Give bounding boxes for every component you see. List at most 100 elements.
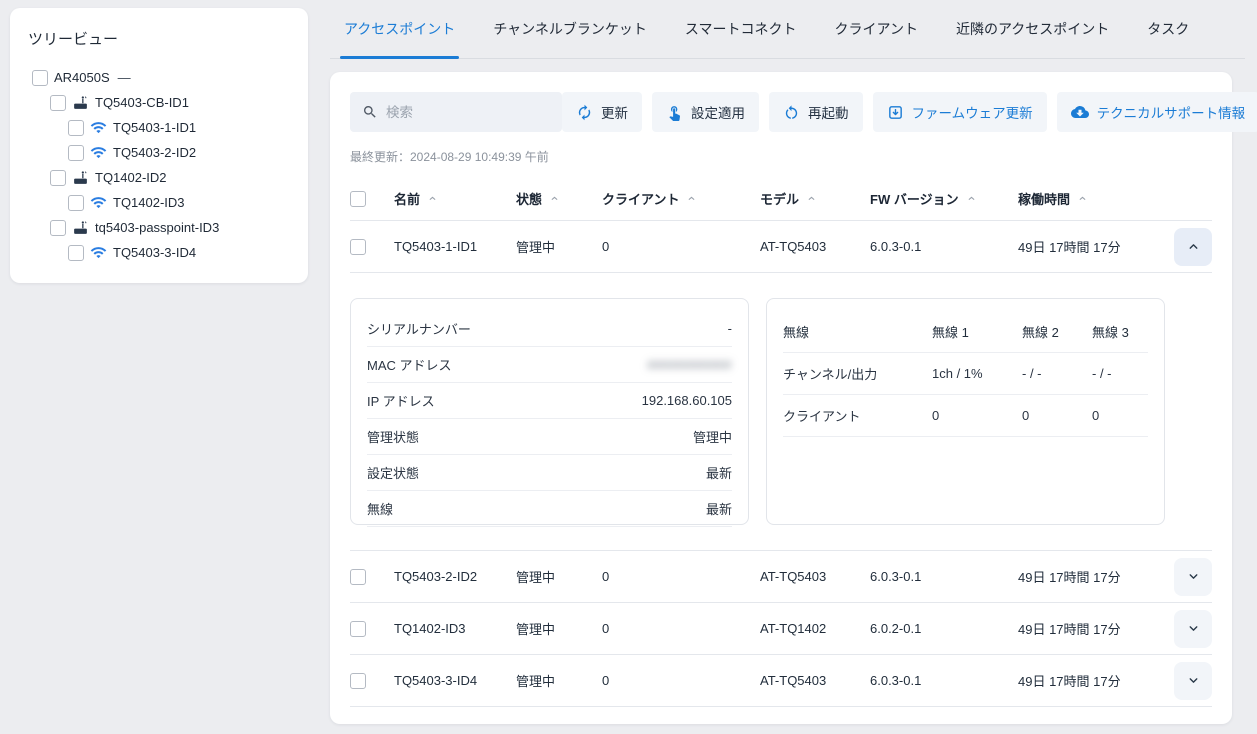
tech-support-info-button-label: テクニカルサポート情報	[1097, 102, 1246, 122]
tree-root-checkbox[interactable]	[32, 70, 48, 86]
tab-clients[interactable]: クライアント	[833, 0, 920, 58]
radio-header-row: 無線 無線 1 無線 2 無線 3	[783, 311, 1148, 353]
tab-neighbor-access-points[interactable]: 近隣のアクセスポイント	[954, 0, 1111, 58]
tree-node-label: TQ1402-ID2	[95, 170, 167, 185]
tree-node-root[interactable]: AR4050S —	[28, 65, 290, 90]
table-row: TQ1402-ID3 管理中 0 AT-TQ1402 6.0.2-0.1 49日…	[350, 603, 1212, 655]
tab-tasks[interactable]: タスク	[1145, 0, 1191, 58]
tree-node-checkbox[interactable]	[68, 145, 84, 161]
info-row-mgmt-status: 管理状態 管理中	[367, 419, 732, 455]
tree-node[interactable]: TQ5403-3-ID4	[28, 240, 290, 265]
column-header-model[interactable]: モデル	[760, 189, 870, 208]
cell-clients: 0	[602, 621, 760, 636]
cell-name: TQ5403-1-ID1	[394, 239, 516, 254]
cell-name: TQ1402-ID3	[394, 621, 516, 636]
table-header-row: 名前 状態 クライアント モデル FW バージョン 稼働時間	[350, 177, 1212, 221]
tree-node[interactable]: TQ5403-2-ID2	[28, 140, 290, 165]
table-row: TQ5403-3-ID4 管理中 0 AT-TQ5403 6.0.3-0.1 4…	[350, 655, 1212, 707]
tree-node-checkbox[interactable]	[50, 220, 66, 236]
tree-node-checkbox[interactable]	[68, 245, 84, 261]
sort-up-icon	[807, 194, 816, 203]
tree-node-checkbox[interactable]	[68, 120, 84, 136]
wifi-icon	[90, 244, 107, 261]
tech-support-info-button[interactable]: テクニカルサポート情報	[1057, 92, 1257, 132]
cell-fw-version: 6.0.2-0.1	[870, 621, 1018, 636]
expand-row-button[interactable]	[1174, 662, 1212, 700]
toolbar: 更新 設定適用 再起動 ファームウェア更新	[350, 92, 1212, 132]
row-checkbox[interactable]	[350, 569, 366, 585]
expand-row-button[interactable]	[1174, 558, 1212, 596]
apply-config-button[interactable]: 設定適用	[652, 92, 759, 132]
cell-name: TQ5403-2-ID2	[394, 569, 516, 584]
tree-view-panel: ツリービュー AR4050S — TQ5403-CB-ID1 TQ5403-1-…	[10, 8, 308, 283]
search-input[interactable]	[386, 105, 563, 120]
tree-node-label: TQ5403-3-ID4	[113, 245, 196, 260]
cell-uptime: 49日 17時間 17分	[1018, 567, 1168, 586]
column-header-uptime[interactable]: 稼働時間	[1018, 189, 1168, 208]
firmware-update-button-label: ファームウェア更新	[912, 102, 1033, 122]
cell-status: 管理中	[516, 237, 602, 256]
tree-node-label: TQ5403-CB-ID1	[95, 95, 189, 110]
access-point-icon	[72, 94, 89, 111]
tree-node[interactable]: TQ1402-ID2	[28, 165, 290, 190]
chevron-down-icon	[1187, 570, 1200, 583]
apply-config-button-label: 設定適用	[691, 102, 745, 122]
access-point-icon	[72, 169, 89, 186]
tree-node[interactable]: tq5403-passpoint-ID3	[28, 215, 290, 240]
select-all-checkbox[interactable]	[350, 191, 366, 207]
cell-clients: 0	[602, 569, 760, 584]
info-row-ip: IP アドレス 192.168.60.105	[367, 383, 732, 419]
last-updated-text: 最終更新：2024-08-29 10:49:39 午前	[350, 148, 1212, 165]
table-row: TQ5403-1-ID1 管理中 0 AT-TQ5403 6.0.3-0.1 4…	[350, 221, 1212, 273]
mac-value-redacted: ###########	[607, 358, 732, 372]
tab-channel-blanket[interactable]: チャンネルブランケット	[491, 0, 649, 58]
refresh-button[interactable]: 更新	[562, 92, 642, 132]
device-info-card: シリアルナンバー - MAC アドレス ########### IP アドレス …	[350, 298, 749, 525]
tree-node[interactable]: TQ1402-ID3	[28, 190, 290, 215]
cell-status: 管理中	[516, 567, 602, 586]
expand-row-button[interactable]	[1174, 610, 1212, 648]
access-point-icon	[72, 219, 89, 236]
tree-node-label: TQ1402-ID3	[113, 195, 185, 210]
tree-node-label: AR4050S	[54, 70, 110, 85]
cell-model: AT-TQ5403	[760, 569, 870, 584]
refresh-button-label: 更新	[601, 102, 628, 122]
tree-node-checkbox[interactable]	[68, 195, 84, 211]
cell-model: AT-TQ1402	[760, 621, 870, 636]
column-header-status[interactable]: 状態	[516, 189, 602, 208]
tab-access-points[interactable]: アクセスポイント	[342, 0, 457, 58]
radio-info-card: 無線 無線 1 無線 2 無線 3 チャンネル/出力 1ch / 1% - / …	[766, 298, 1165, 525]
cell-name: TQ5403-3-ID4	[394, 673, 516, 688]
reboot-button[interactable]: 再起動	[769, 92, 863, 132]
collapse-row-button[interactable]	[1174, 228, 1212, 266]
firmware-update-button[interactable]: ファームウェア更新	[873, 92, 1047, 132]
tab-smart-connect[interactable]: スマートコネクト	[683, 0, 799, 58]
tree-collapse-toggle[interactable]: —	[118, 70, 131, 85]
wifi-icon	[90, 119, 107, 136]
row-checkbox[interactable]	[350, 239, 366, 255]
column-header-clients[interactable]: クライアント	[602, 189, 760, 208]
row-detail-region: シリアルナンバー - MAC アドレス ########### IP アドレス …	[350, 273, 1212, 551]
tree-node-label: TQ5403-2-ID2	[113, 145, 196, 160]
search-box[interactable]	[350, 92, 562, 132]
info-row-radio-status: 無線 最新	[367, 491, 732, 527]
column-header-fw-version[interactable]: FW バージョン	[870, 189, 1018, 208]
access-points-panel: 更新 設定適用 再起動 ファームウェア更新	[330, 72, 1232, 724]
sort-up-icon	[967, 194, 976, 203]
info-row-serial: シリアルナンバー -	[367, 311, 732, 347]
tree-node[interactable]: TQ5403-1-ID1	[28, 115, 290, 140]
sort-up-icon	[1078, 194, 1087, 203]
row-checkbox[interactable]	[350, 621, 366, 637]
cell-status: 管理中	[516, 671, 602, 690]
tree-node-checkbox[interactable]	[50, 95, 66, 111]
info-row-mac: MAC アドレス ###########	[367, 347, 732, 383]
refresh-icon	[576, 104, 593, 121]
column-header-name[interactable]: 名前	[394, 189, 516, 208]
tree-node[interactable]: TQ5403-CB-ID1	[28, 90, 290, 115]
chevron-up-icon	[1187, 240, 1200, 253]
radio-channel-row: チャンネル/出力 1ch / 1% - / - - / -	[783, 353, 1148, 395]
cell-fw-version: 6.0.3-0.1	[870, 673, 1018, 688]
tree-node-checkbox[interactable]	[50, 170, 66, 186]
tree-view-title: ツリービュー	[28, 28, 290, 49]
row-checkbox[interactable]	[350, 673, 366, 689]
